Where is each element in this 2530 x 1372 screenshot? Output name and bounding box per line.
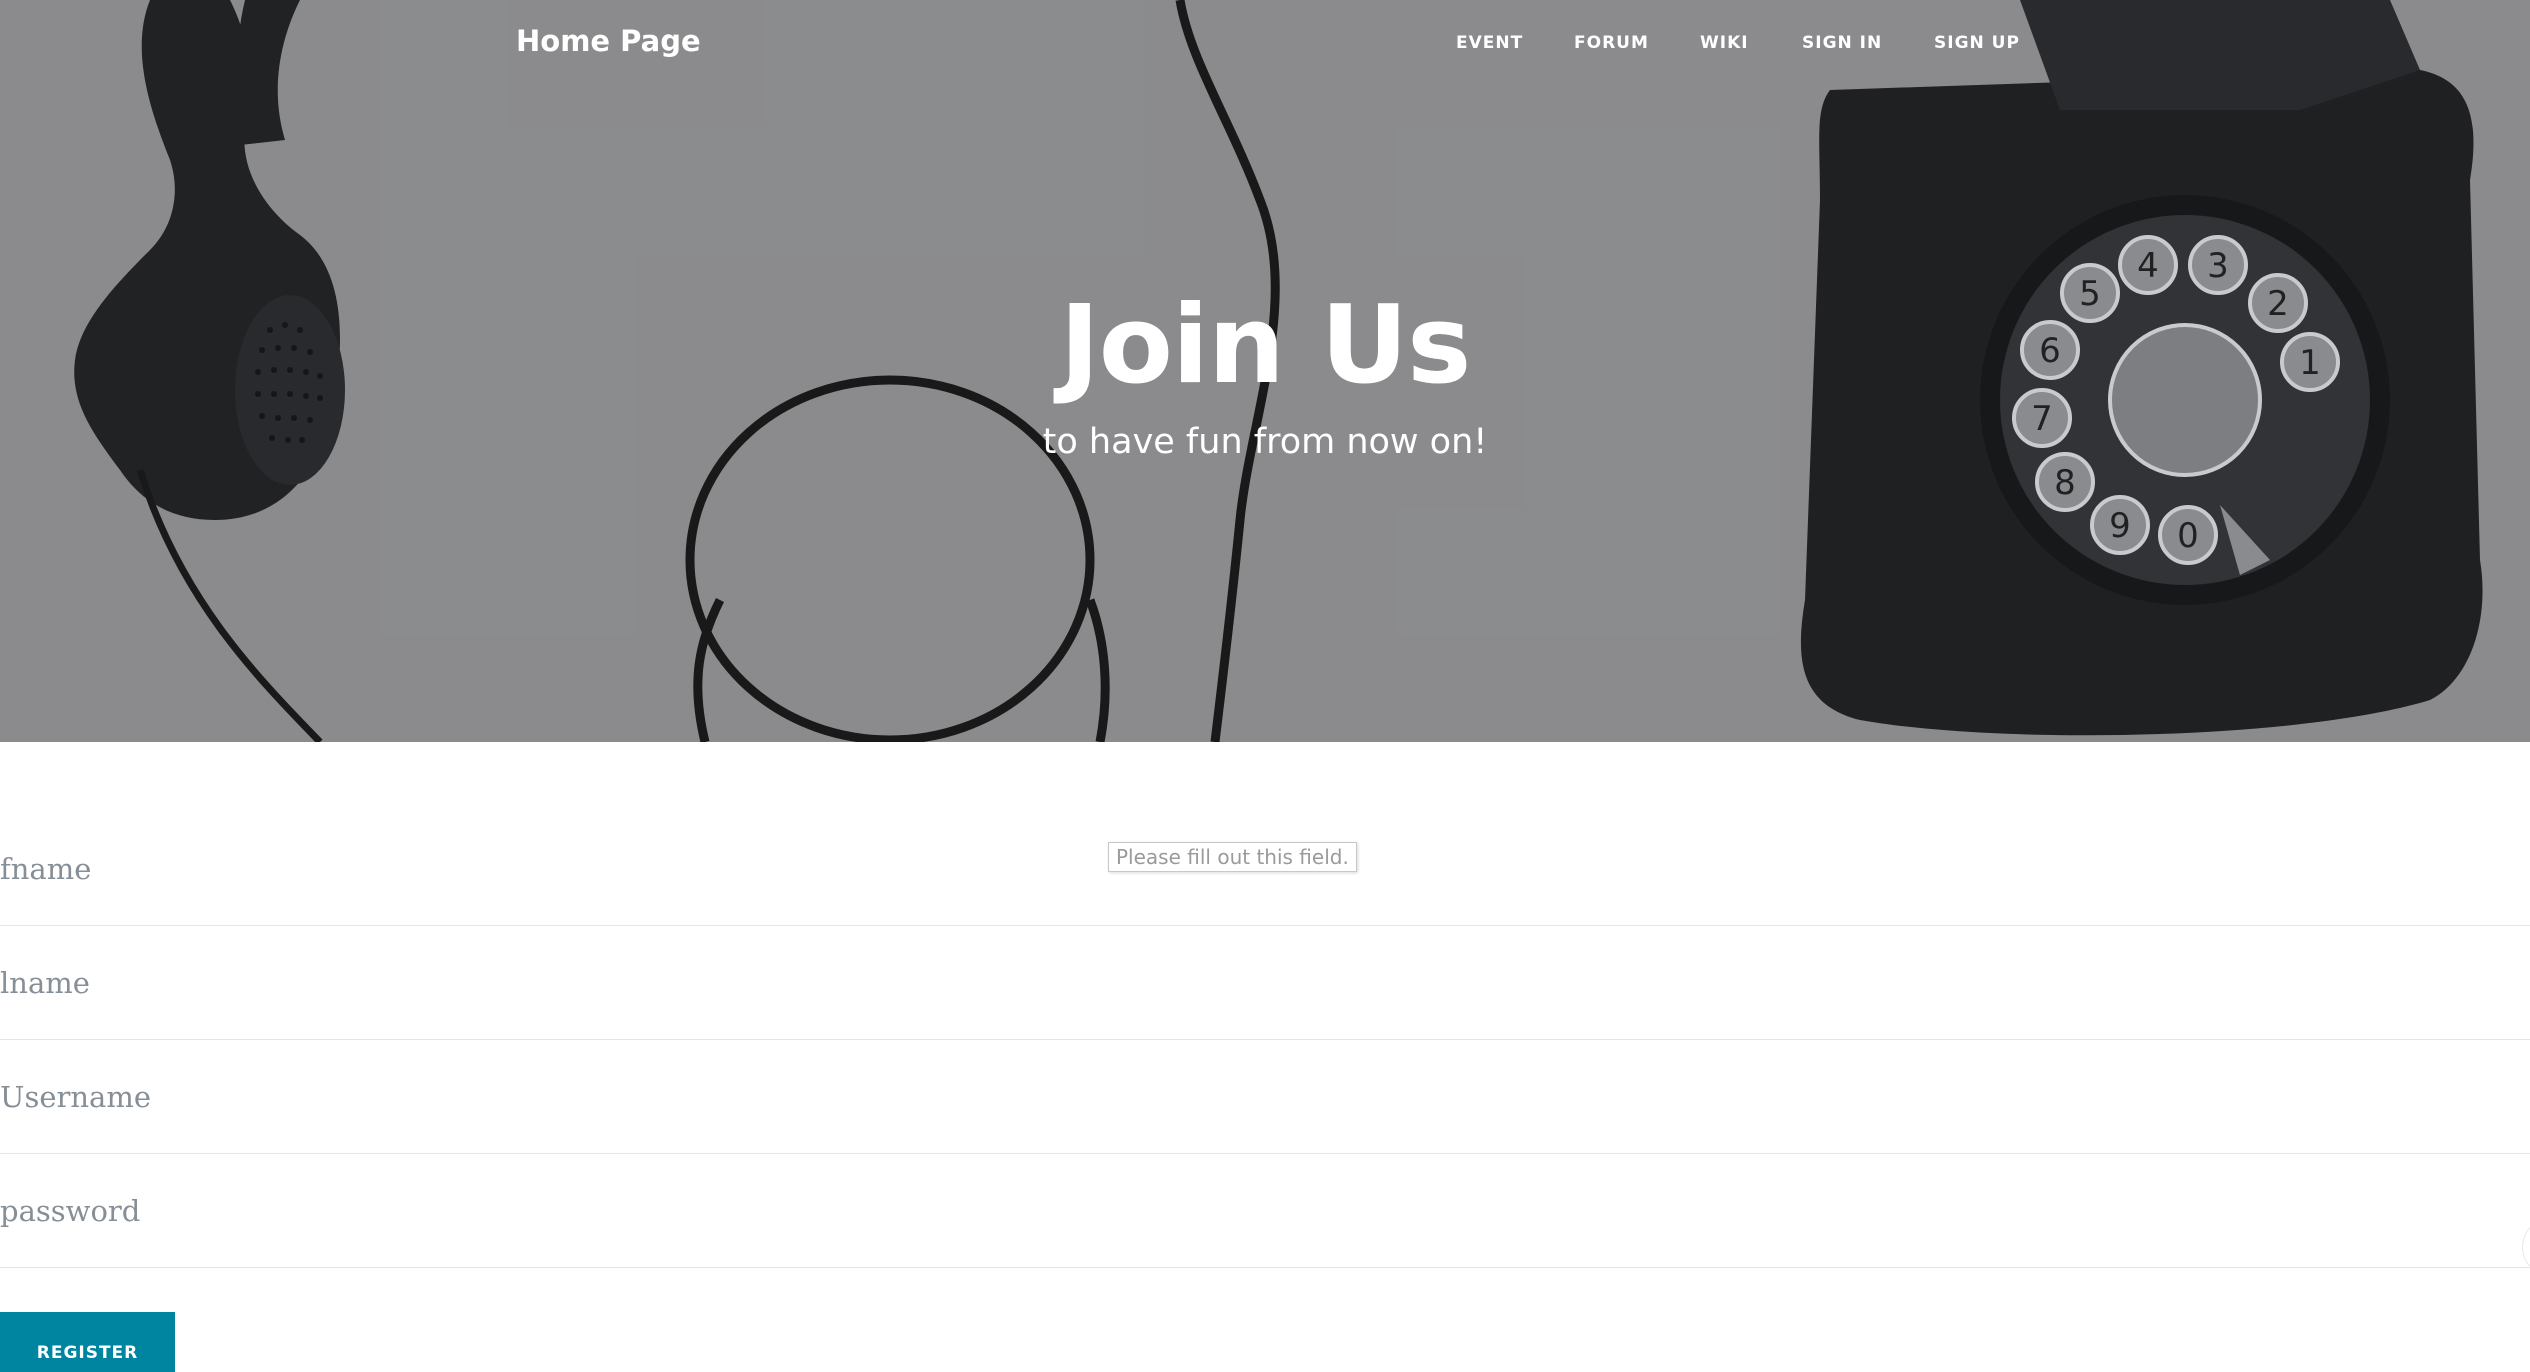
hero-header: 5 4 3 2 1 6 7 8 9 0 Home Page EVENT FORU… bbox=[0, 0, 2530, 742]
nav-link-sign-in[interactable]: SIGN IN bbox=[1802, 33, 1882, 53]
page-subtitle: to have fun from now on! bbox=[1042, 422, 1488, 462]
username-input[interactable] bbox=[0, 1040, 2520, 1153]
nav-link-sign-up[interactable]: SIGN UP bbox=[1934, 33, 2020, 53]
register-button[interactable]: REGISTER bbox=[0, 1312, 175, 1372]
nav-link-wiki[interactable]: WIKI bbox=[1700, 33, 1749, 53]
nav-link-forum[interactable]: FORUM bbox=[1574, 33, 1649, 53]
lname-row bbox=[0, 926, 2530, 1040]
username-row bbox=[0, 1040, 2530, 1154]
lname-input[interactable] bbox=[0, 926, 2520, 1039]
page-title: Join Us bbox=[1059, 283, 1472, 408]
password-row bbox=[0, 1154, 2530, 1268]
nav-link-event[interactable]: EVENT bbox=[1456, 33, 1523, 53]
password-input[interactable] bbox=[0, 1154, 2520, 1267]
validation-tooltip: Please fill out this field. bbox=[1108, 842, 1357, 872]
navbar: Home Page EVENT FORUM WIKI SIGN IN SIGN … bbox=[0, 0, 2530, 90]
brand-link[interactable]: Home Page bbox=[516, 24, 701, 58]
